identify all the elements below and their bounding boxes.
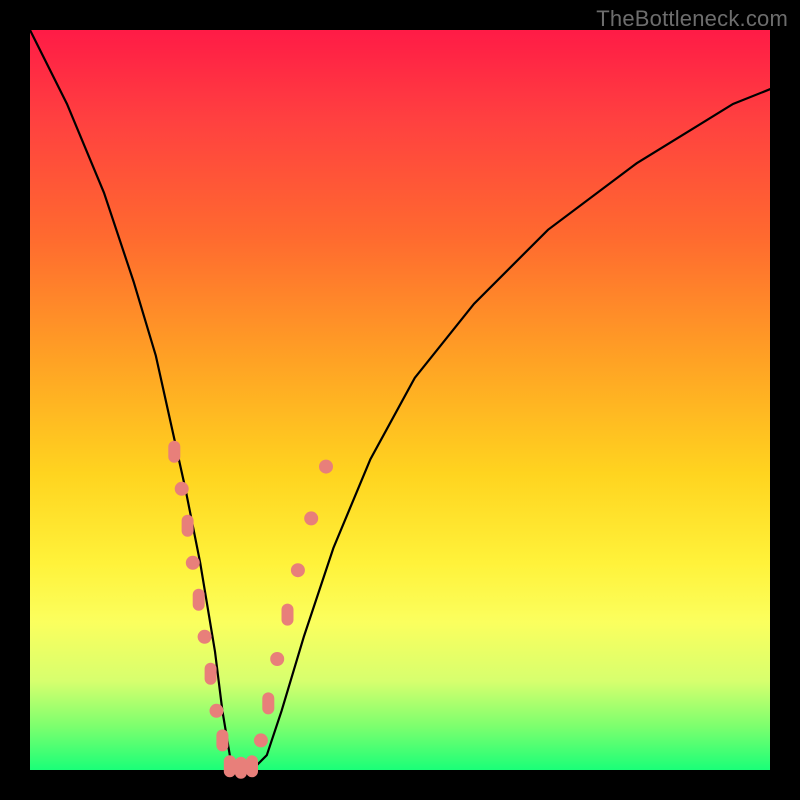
watermark-text: TheBottleneck.com [596, 6, 788, 32]
marker-dot [254, 733, 268, 747]
marker-dot [319, 460, 333, 474]
marker-dot [175, 482, 189, 496]
marker-pill [282, 604, 294, 626]
marker-pill [224, 755, 236, 777]
curve-svg [30, 30, 770, 770]
chart-frame: TheBottleneck.com [0, 0, 800, 800]
plot-area [30, 30, 770, 770]
bottleneck-curve [30, 30, 770, 770]
marker-group [168, 441, 333, 779]
marker-pill [182, 515, 194, 537]
marker-dot [210, 704, 224, 718]
marker-pill [205, 663, 217, 685]
marker-dot [304, 511, 318, 525]
marker-pill [193, 589, 205, 611]
marker-pill [246, 755, 258, 777]
marker-pill [262, 692, 274, 714]
marker-dot [186, 556, 200, 570]
marker-pill [168, 441, 180, 463]
marker-dot [198, 630, 212, 644]
marker-pill [216, 729, 228, 751]
marker-pill [235, 757, 247, 779]
marker-dot [270, 652, 284, 666]
marker-dot [291, 563, 305, 577]
